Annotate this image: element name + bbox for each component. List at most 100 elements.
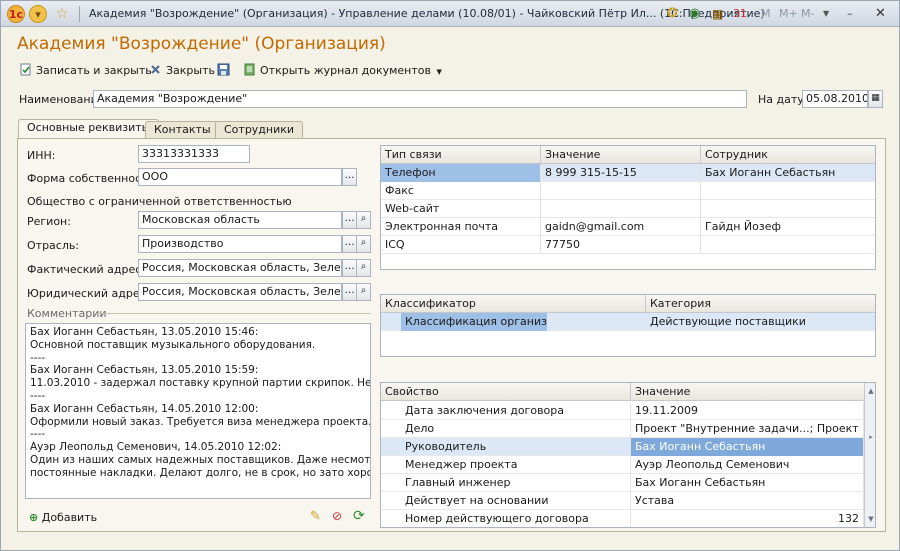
table-cell[interactable] xyxy=(541,182,701,200)
table-cell[interactable]: Гайдн Йозеф xyxy=(701,218,875,236)
window-title: Академия "Возрождение" (Организация) - У… xyxy=(89,7,765,20)
column-header[interactable]: Свойство xyxy=(381,383,631,401)
tab-contacts[interactable]: Контакты xyxy=(145,121,220,139)
table-row[interactable]: Web-сайт xyxy=(381,200,875,218)
region-search-button[interactable]: ⌕ xyxy=(356,211,371,229)
column-header[interactable]: Классификатор xyxy=(381,295,646,313)
comments-textarea[interactable]: Бах Иоганн Себастьян, 13.05.2010 15:46: … xyxy=(25,323,371,499)
scroll-down-icon[interactable]: ▼ xyxy=(865,513,875,525)
inn-label: ИНН: xyxy=(27,149,56,162)
table-cell: Дата заключения договора xyxy=(381,402,631,420)
ownership-select-button[interactable]: … xyxy=(342,168,357,186)
table-cell: Действует на основании xyxy=(381,492,631,510)
ownership-input[interactable]: ООО xyxy=(138,168,342,186)
close-button[interactable]: Закрыть xyxy=(149,62,215,80)
table-cell[interactable]: ICQ xyxy=(381,236,541,254)
table-cell[interactable] xyxy=(541,200,701,218)
region-input[interactable]: Московская область xyxy=(138,211,342,229)
minimize-icon[interactable]: – xyxy=(847,5,853,23)
table-row[interactable]: Электронная почта gaidn@gmail.com Гайдн … xyxy=(381,218,875,236)
table-cell[interactable]: Устава xyxy=(631,492,864,510)
industry-select-button[interactable]: … xyxy=(342,235,357,253)
main-menu-icon[interactable]: ▾ xyxy=(29,5,47,23)
history-icon[interactable]: ◉ xyxy=(689,5,700,23)
add-comment-button[interactable]: ⊕ Добавить xyxy=(29,511,97,524)
table-row[interactable]: Номер действующего договора 132 xyxy=(381,510,875,527)
open-journal-label: Открыть журнал документов xyxy=(260,64,431,77)
column-header[interactable]: Сотрудник xyxy=(701,146,875,164)
table-cell[interactable]: Ауэр Леопольд Семенович xyxy=(631,456,864,474)
table-cell[interactable]: Телефон xyxy=(381,164,541,182)
properties-scrollbar[interactable]: ▲ ▸ ▼ xyxy=(864,383,875,527)
comment-line: Оформили новый заказ. Требуется виза мен… xyxy=(30,415,371,428)
save-close-button[interactable]: Записать и закрыть xyxy=(19,62,152,80)
scroll-thumb-icon[interactable]: ▸ xyxy=(865,431,875,443)
tab-main-details[interactable]: Основные реквизиты xyxy=(18,119,160,140)
table-cell[interactable]: 77750 xyxy=(541,236,701,254)
name-input[interactable]: Академия "Возрождение" xyxy=(93,90,747,108)
delete-comment-icon[interactable]: ⊘ xyxy=(332,509,342,523)
column-header[interactable]: Тип связи xyxy=(381,146,541,164)
table-cell[interactable]: Проект "Внутренние задачи...; Проект "Вс… xyxy=(631,420,864,438)
refresh-icon[interactable]: ⟳ xyxy=(353,508,365,524)
table-cell[interactable] xyxy=(701,182,875,200)
table-row[interactable]: Руководитель Бах Иоганн Себастьян xyxy=(381,438,875,456)
table-cell: Дело xyxy=(381,420,631,438)
column-header[interactable]: Категория xyxy=(646,295,875,313)
table-cell[interactable]: 8 999 315-15-15 xyxy=(541,164,701,182)
actual-address-select-button[interactable]: … xyxy=(342,259,357,277)
calculator-icon[interactable]: ▦ xyxy=(712,5,723,23)
date-input[interactable]: 05.08.2010 xyxy=(802,90,868,108)
legal-address-select-button[interactable]: … xyxy=(342,283,357,301)
table-cell[interactable]: Факс xyxy=(381,182,541,200)
app-logo-icon[interactable]: 1с xyxy=(7,5,25,23)
edit-comment-icon[interactable]: ✎ xyxy=(310,509,321,524)
column-header[interactable]: Значение xyxy=(631,383,864,401)
table-row[interactable]: Телефон 8 999 315-15-15 Бах Иоганн Себас… xyxy=(381,164,875,182)
table-cell[interactable]: Классификация организаций xyxy=(401,313,547,331)
table-row[interactable]: Дата заключения договора 19.11.2009 xyxy=(381,402,875,420)
actual-address-input[interactable]: Россия, Московская область, Зеленоград xyxy=(138,259,342,277)
table-cell[interactable]: Электронная почта xyxy=(381,218,541,236)
search-icon: ⌕ xyxy=(360,213,367,224)
table-row[interactable]: ICQ 77750 xyxy=(381,236,875,254)
favorite-star-icon[interactable]: ☆ xyxy=(53,5,71,23)
properties-table: Свойство Значение Дата заключения догово… xyxy=(380,382,876,528)
table-row[interactable]: Классификация организаций Действующие по… xyxy=(381,313,875,331)
table-cell[interactable]: 19.11.2009 xyxy=(631,402,864,420)
table-cell[interactable]: gaidn@gmail.com xyxy=(541,218,701,236)
calendar-icon[interactable]: 31 xyxy=(733,5,747,23)
column-header[interactable]: Значение xyxy=(541,146,701,164)
table-cell[interactable]: Бах Иоганн Себастьян xyxy=(701,164,875,182)
table-cell[interactable]: Бах Иоганн Себастьян xyxy=(631,474,864,492)
date-picker-button[interactable]: ▦ xyxy=(868,90,883,108)
customize-arrow-icon[interactable]: ▼ xyxy=(823,5,829,23)
memory-mminus-button[interactable]: M- xyxy=(801,5,814,23)
scroll-up-icon[interactable]: ▲ xyxy=(865,385,875,397)
floppy-save-button[interactable] xyxy=(217,62,234,80)
legal-address-input[interactable]: Россия, Московская область, Зеленоград xyxy=(138,283,342,301)
add-favorite-icon[interactable]: ✪ xyxy=(667,5,678,23)
table-cell[interactable]: 132 xyxy=(631,510,864,527)
table-cell[interactable]: Бах Иоганн Себастьян xyxy=(631,438,864,456)
actual-address-search-button[interactable]: ⌕ xyxy=(356,259,371,277)
table-row[interactable]: Менеджер проекта Ауэр Леопольд Семенович xyxy=(381,456,875,474)
table-cell[interactable]: Действующие поставщики xyxy=(646,313,875,331)
table-cell[interactable]: Web-сайт xyxy=(381,200,541,218)
table-cell[interactable] xyxy=(701,236,875,254)
tab-employees[interactable]: Сотрудники xyxy=(215,121,304,139)
industry-input[interactable]: Производство xyxy=(138,235,342,253)
table-row[interactable]: Факс xyxy=(381,182,875,200)
open-journal-button[interactable]: Открыть журнал документов ▼ xyxy=(243,62,442,80)
region-select-button[interactable]: … xyxy=(342,211,357,229)
table-row[interactable]: Действует на основании Устава xyxy=(381,492,875,510)
inn-input[interactable]: 33313331333 xyxy=(138,145,250,163)
legal-address-search-button[interactable]: ⌕ xyxy=(356,283,371,301)
memory-m-button[interactable]: M xyxy=(761,5,771,23)
memory-mplus-button[interactable]: M+ xyxy=(779,5,798,23)
close-window-icon[interactable]: ✕ xyxy=(875,5,886,23)
table-row[interactable]: Главный инженер Бах Иоганн Себастьян xyxy=(381,474,875,492)
table-row[interactable]: Дело Проект "Внутренние задачи...; Проек… xyxy=(381,420,875,438)
table-cell[interactable] xyxy=(701,200,875,218)
industry-search-button[interactable]: ⌕ xyxy=(356,235,371,253)
